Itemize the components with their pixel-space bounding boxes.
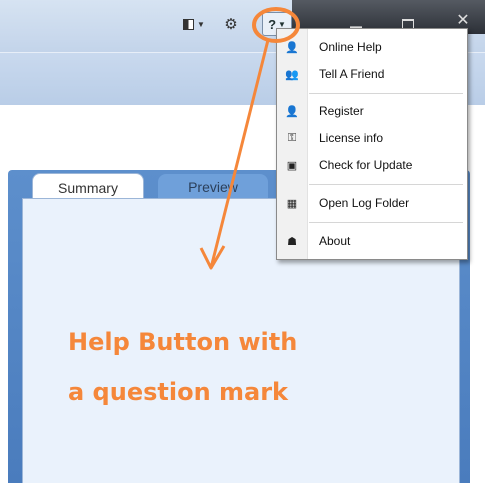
gear-icon: ⚙ (224, 16, 238, 33)
menu-separator (309, 93, 463, 94)
close-icon: ✕ (456, 12, 470, 29)
menu-item-about[interactable]: ☗ About (277, 229, 467, 253)
layout-panel-icon (183, 18, 195, 30)
menu-item-register[interactable]: 👤 Register (277, 99, 467, 123)
help-person-icon: 👤 (285, 41, 299, 54)
layout-button[interactable]: ▼ (180, 14, 208, 34)
menu-item-label: License info (319, 131, 384, 145)
question-mark-icon: ? (268, 16, 277, 32)
menu-item-label: About (319, 234, 351, 248)
menu-item-label: Online Help (319, 40, 382, 54)
tab-label: Preview (188, 179, 238, 195)
app-window: ▼ ⚙ ? ▼ ▬ ✕ Summary Preview 👤 Online Hel… (0, 0, 485, 483)
menu-item-license-info[interactable]: ⚿ License info (277, 126, 467, 150)
user-add-icon: 👤 (285, 105, 299, 118)
close-button[interactable]: ✕ (452, 10, 474, 30)
help-dropdown-menu: 👤 Online Help 👥 Tell A Friend 👤 Register… (276, 28, 468, 260)
tab-label: Summary (58, 179, 118, 196)
people-icon: 👥 (285, 68, 299, 81)
settings-button[interactable]: ⚙ (222, 14, 240, 34)
menu-item-label: Open Log Folder (319, 196, 410, 210)
menu-item-label: Tell A Friend (319, 67, 385, 81)
chevron-down-icon: ▼ (197, 19, 205, 29)
menu-item-label: Register (319, 104, 364, 118)
annotation-text-line-1: Help Button with (68, 328, 298, 356)
menu-item-label: Check for Update (319, 158, 413, 172)
log-grid-icon: ▦ (286, 197, 298, 210)
update-box-icon: ▣ (286, 159, 298, 172)
tab-summary[interactable]: Summary (32, 173, 144, 201)
key-icon: ⚿ (287, 131, 297, 144)
menu-item-tell-a-friend[interactable]: 👥 Tell A Friend (277, 62, 467, 86)
menu-item-online-help[interactable]: 👤 Online Help (277, 35, 467, 59)
menu-item-open-log-folder[interactable]: ▦ Open Log Folder (277, 191, 467, 215)
tab-preview[interactable]: Preview (158, 174, 268, 200)
about-icon: ☗ (287, 235, 297, 248)
menu-item-check-for-update[interactable]: ▣ Check for Update (277, 153, 467, 177)
menu-separator (309, 184, 463, 185)
annotation-text-line-2: a question mark (68, 378, 289, 406)
menu-separator (309, 222, 463, 223)
